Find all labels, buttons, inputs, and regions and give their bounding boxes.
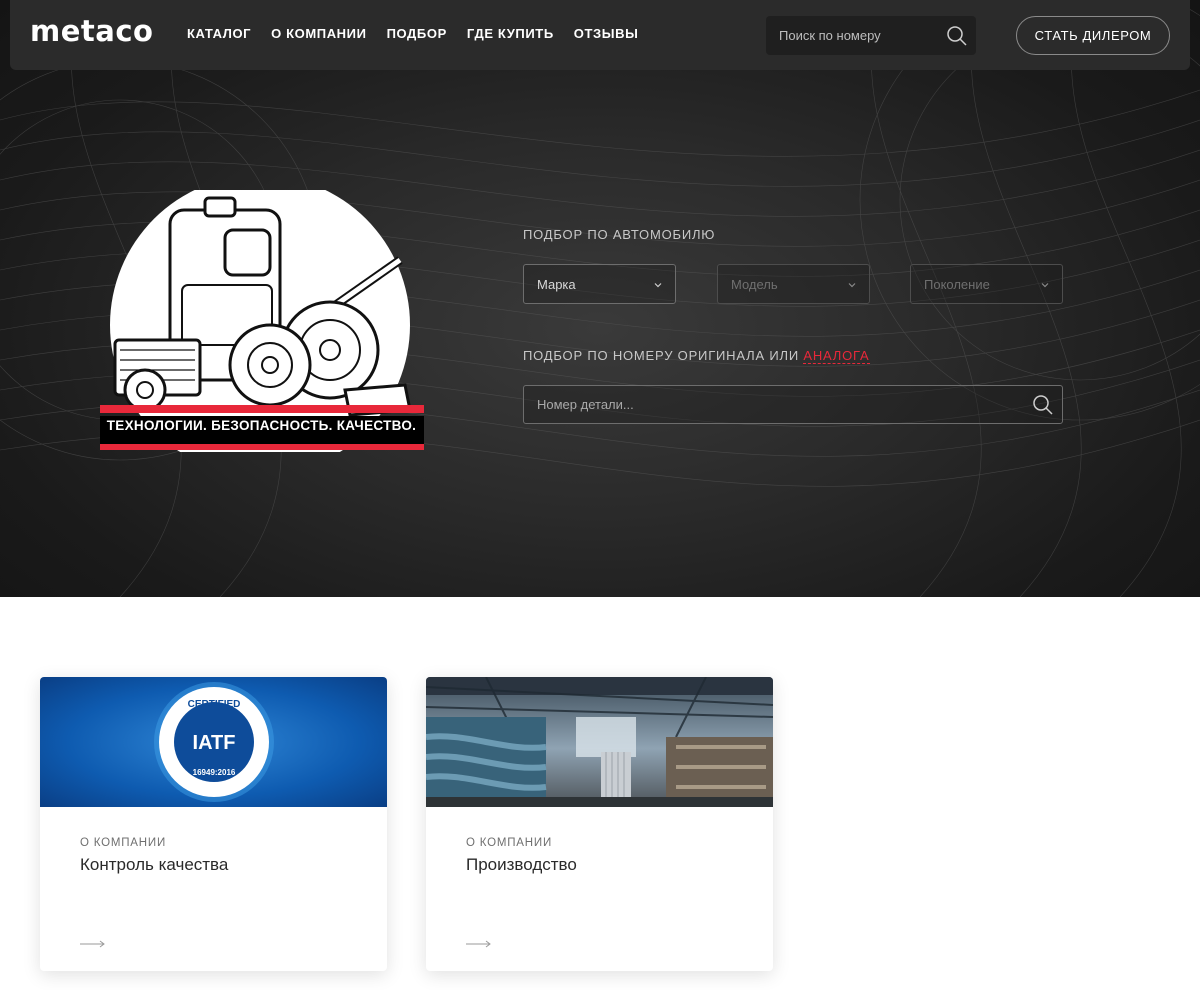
header-search xyxy=(766,16,976,55)
menu-item-reviews[interactable]: ОТЗЫВЫ xyxy=(574,26,639,41)
hero-section: ТЕХНОЛОГИИ. БЕЗОПАСНОСТЬ. КАЧЕСТВО. ПОДБ… xyxy=(0,0,1200,597)
chevron-down-icon xyxy=(654,283,662,288)
badge-top-text: CERTIFIED xyxy=(188,699,241,710)
by-number-title: ПОДБОР ПО НОМЕРУ ОРИГИНАЛА ИЛИ АНАЛОГА xyxy=(523,348,870,364)
card-category: О КОМПАНИИ xyxy=(466,837,553,849)
chevron-down-icon xyxy=(1041,283,1049,288)
menu-item-about[interactable]: О КОМПАНИИ xyxy=(271,26,366,41)
promo-caption: ТЕХНОЛОГИИ. БЕЗОПАСНОСТЬ. КАЧЕСТВО. xyxy=(106,418,417,433)
make-select-value: Марка xyxy=(537,277,576,292)
arrow-right-icon[interactable] xyxy=(80,939,106,949)
card-title: Контроль качества xyxy=(80,855,229,874)
badge-mid-text: IATF xyxy=(193,732,236,754)
generation-select-value: Поколение xyxy=(924,277,990,292)
model-select[interactable]: Модель xyxy=(717,264,870,304)
logo[interactable]: metaco xyxy=(30,14,153,48)
factory-image xyxy=(426,677,773,807)
chevron-down-icon xyxy=(848,283,856,288)
menu-item-selection[interactable]: ПОДБОР xyxy=(387,26,447,41)
model-select-value: Модель xyxy=(731,277,778,292)
iatf-certified-image: CERTIFIED IATF 16949:2016 xyxy=(40,677,387,807)
become-dealer-button[interactable]: СТАТЬ ДИЛЕРОМ xyxy=(1016,16,1170,55)
card-quality-control[interactable]: CERTIFIED IATF 16949:2016 О КОМПАНИИ Кон… xyxy=(40,677,387,971)
search-icon[interactable] xyxy=(1032,394,1054,416)
top-navigation: metaco КАТАЛОГ О КОМПАНИИ ПОДБОР ГДЕ КУП… xyxy=(10,0,1190,70)
arrow-right-icon[interactable] xyxy=(466,939,492,949)
search-icon[interactable] xyxy=(946,25,968,47)
generation-select[interactable]: Поколение xyxy=(910,264,1063,304)
badge-bottom-text: 16949:2016 xyxy=(193,768,236,777)
card-production[interactable]: О КОМПАНИИ Производство xyxy=(426,677,773,971)
promo-illustration xyxy=(100,175,424,475)
card-category: О КОМПАНИИ xyxy=(80,837,167,849)
make-select[interactable]: Марка xyxy=(523,264,676,304)
main-menu: КАТАЛОГ О КОМПАНИИ ПОДБОР ГДЕ КУПИТЬ ОТЗ… xyxy=(187,26,658,41)
auto-parts-illustration xyxy=(100,175,424,475)
search-input[interactable] xyxy=(766,16,936,55)
menu-item-catalog[interactable]: КАТАЛОГ xyxy=(187,26,251,41)
menu-item-where-to-buy[interactable]: ГДЕ КУПИТЬ xyxy=(467,26,554,41)
by-car-title: ПОДБОР ПО АВТОМОБИЛЮ xyxy=(523,227,716,242)
part-number-field[interactable] xyxy=(523,385,1063,424)
part-number-input[interactable] xyxy=(524,386,1014,423)
card-title: Производство xyxy=(466,855,577,874)
analog-link[interactable]: АНАЛОГА xyxy=(803,348,870,364)
by-number-title-text: ПОДБОР ПО НОМЕРУ ОРИГИНАЛА ИЛИ xyxy=(523,348,799,363)
